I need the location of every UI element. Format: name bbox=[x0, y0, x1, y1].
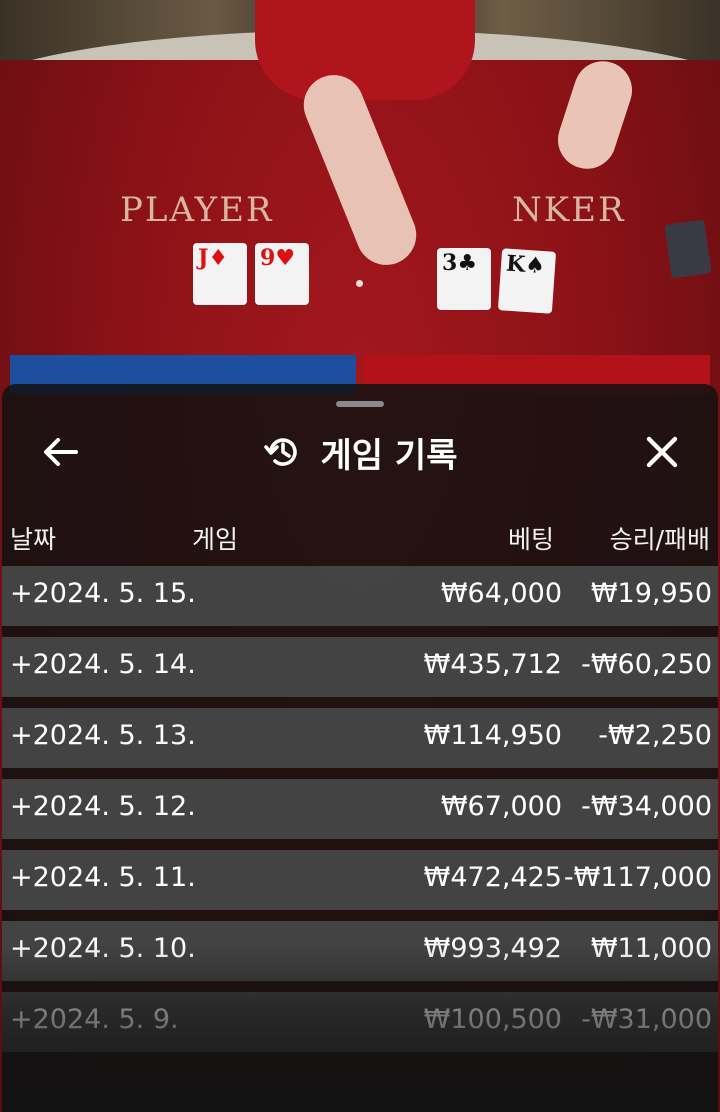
row-bet: ₩114,950 bbox=[423, 720, 562, 751]
table-row[interactable]: +2024. 5. 12. ₩67,000 -₩34,000 bbox=[2, 779, 718, 839]
drag-handle[interactable] bbox=[336, 401, 384, 407]
card-rank: J bbox=[198, 245, 209, 271]
row-date: +2024. 5. 11. bbox=[10, 862, 196, 893]
row-bet: ₩993,492 bbox=[423, 933, 562, 964]
row-date: +2024. 5. 15. bbox=[10, 578, 196, 609]
card-rank: K bbox=[505, 250, 527, 278]
player-label: PLAYER bbox=[120, 190, 274, 230]
banker-card-1: 3♣ bbox=[437, 248, 491, 310]
card-rank: 3 bbox=[442, 250, 458, 276]
row-win-loss: -₩117,000 bbox=[563, 862, 712, 893]
column-date: 날짜 bbox=[10, 525, 57, 554]
table-row[interactable]: +2024. 5. 14. ₩435,712 -₩60,250 bbox=[2, 637, 718, 697]
row-win-loss: -₩31,000 bbox=[581, 1004, 712, 1035]
row-date: +2024. 5. 13. bbox=[10, 720, 196, 751]
row-date: +2024. 5. 10. bbox=[10, 933, 196, 964]
column-win-loss: 승리/패배 bbox=[609, 525, 710, 554]
card-suit: ♠ bbox=[524, 251, 546, 280]
banker-label: NKER bbox=[512, 190, 626, 230]
history-icon bbox=[263, 438, 297, 466]
sheet-header: 게임 기록 bbox=[2, 424, 718, 480]
player-card-2: 9♥ bbox=[255, 243, 309, 305]
row-bet: ₩67,000 bbox=[440, 791, 562, 822]
banker-card-2: K♠ bbox=[497, 248, 557, 314]
player-card-1: J♦ bbox=[193, 243, 247, 305]
card-suit: ♦ bbox=[208, 245, 229, 271]
row-win-loss: -₩2,250 bbox=[598, 720, 712, 751]
table-header: 날짜 게임 베팅 승리/패배 bbox=[2, 510, 718, 566]
row-date: +2024. 5. 14. bbox=[10, 649, 196, 680]
table-row[interactable]: +2024. 5. 13. ₩114,950 -₩2,250 bbox=[2, 708, 718, 768]
row-win-loss: ₩11,000 bbox=[590, 933, 712, 964]
close-button[interactable] bbox=[636, 428, 688, 476]
table-row[interactable]: +2024. 5. 10. ₩993,492 ₩11,000 bbox=[2, 921, 718, 981]
page-title: 게임 기록 bbox=[320, 435, 458, 476]
row-date: +2024. 5. 12. bbox=[10, 791, 196, 822]
row-bet: ₩472,425 bbox=[423, 862, 562, 893]
card-shoe bbox=[664, 219, 712, 279]
dealer bbox=[255, 0, 475, 100]
table-row[interactable]: +2024. 5. 15. ₩64,000 ₩19,950 bbox=[2, 566, 718, 626]
close-icon bbox=[646, 436, 678, 468]
table-marker bbox=[356, 280, 363, 287]
game-history-sheet: 게임 기록 날짜 게임 베팅 승리/패배 +2024. 5. 15. ₩64,0… bbox=[2, 384, 718, 1112]
card-suit: ♥ bbox=[275, 245, 296, 271]
table-row[interactable]: +2024. 5. 11. ₩472,425 -₩117,000 bbox=[2, 850, 718, 910]
row-win-loss: ₩19,950 bbox=[590, 578, 712, 609]
row-win-loss: -₩60,250 bbox=[581, 649, 712, 680]
card-suit: ♣ bbox=[457, 250, 478, 276]
row-date: +2024. 5. 9. bbox=[10, 1004, 179, 1035]
table-row[interactable]: +2024. 5. 9. ₩100,500 -₩31,000 bbox=[2, 992, 718, 1052]
card-rank: 9 bbox=[260, 245, 276, 271]
history-list: +2024. 5. 15. ₩64,000 ₩19,950 +2024. 5. … bbox=[2, 566, 718, 1063]
column-bet: 베팅 bbox=[507, 525, 554, 554]
row-bet: ₩100,500 bbox=[423, 1004, 562, 1035]
column-game: 게임 bbox=[192, 525, 239, 554]
row-win-loss: -₩34,000 bbox=[581, 791, 712, 822]
row-bet: ₩64,000 bbox=[440, 578, 562, 609]
row-bet: ₩435,712 bbox=[423, 649, 562, 680]
